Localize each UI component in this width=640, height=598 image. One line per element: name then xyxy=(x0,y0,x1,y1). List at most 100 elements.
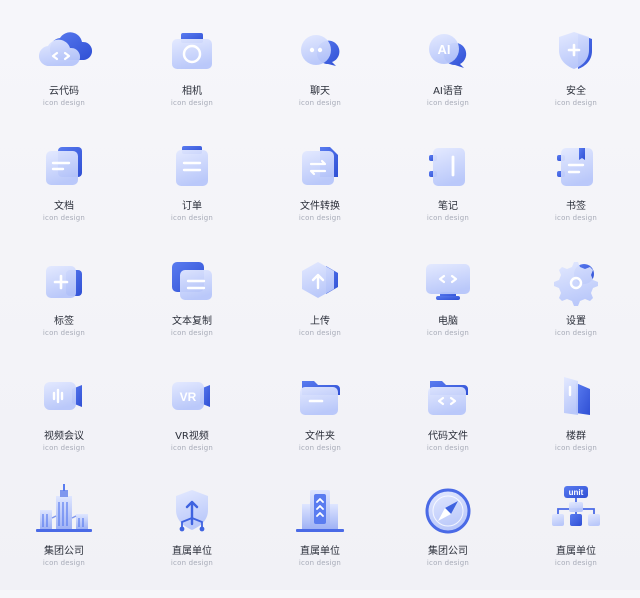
icon-sublabel: icon design xyxy=(426,329,470,337)
icon-label: 电脑 xyxy=(438,316,458,327)
icon-card[interactable]: 集团公司 icon design xyxy=(384,468,512,583)
icon-sublabel: icon design xyxy=(42,329,86,337)
icon-card[interactable]: VR VR视频 icon design xyxy=(128,353,256,468)
icon-card[interactable]: 直属单位 icon design xyxy=(128,468,256,583)
icon-sublabel: icon design xyxy=(298,214,342,222)
icon-label: 文件夹 xyxy=(305,431,335,442)
icon-card[interactable]: 集团公司 icon design xyxy=(0,468,128,583)
icon-label: 视频会议 xyxy=(44,431,84,442)
icon-card[interactable]: 文档 icon design xyxy=(0,123,128,238)
code-folder-icon xyxy=(416,365,480,429)
icon-label: 直属单位 xyxy=(300,546,340,557)
icon-label: 集团公司 xyxy=(44,546,84,557)
icon-label: 聊天 xyxy=(310,86,330,97)
icon-label: 直属单位 xyxy=(556,546,596,557)
ai-glyph: AI xyxy=(438,42,451,57)
icon-sublabel: icon design xyxy=(554,559,598,567)
gear-icon xyxy=(544,250,608,314)
file-convert-icon xyxy=(288,135,352,199)
icon-card[interactable]: 相机 icon design xyxy=(128,8,256,123)
icon-card[interactable]: 直属单位 icon design xyxy=(256,468,384,583)
document-icon xyxy=(32,135,96,199)
upload-icon xyxy=(288,250,352,314)
icon-card[interactable]: 文件转换 icon design xyxy=(256,123,384,238)
icon-sublabel: icon design xyxy=(170,329,214,337)
icon-card[interactable]: AI AI语音 icon design xyxy=(384,8,512,123)
icon-card[interactable]: 笔记 icon design xyxy=(384,123,512,238)
icon-sublabel: icon design xyxy=(170,214,214,222)
icon-label: 文档 xyxy=(54,201,74,212)
icon-sublabel: icon design xyxy=(554,444,598,452)
icon-sublabel: icon design xyxy=(170,99,214,107)
vr-video-icon: VR xyxy=(160,365,224,429)
icon-label: 安全 xyxy=(566,86,586,97)
icon-sublabel: icon design xyxy=(170,559,214,567)
icon-sublabel: icon design xyxy=(298,329,342,337)
icon-label: 笔记 xyxy=(438,201,458,212)
icon-sublabel: icon design xyxy=(42,214,86,222)
shield-network-icon xyxy=(160,480,224,544)
icon-label: 云代码 xyxy=(49,86,79,97)
icon-card[interactable]: 云代码 icon design xyxy=(0,8,128,123)
icon-label: 上传 xyxy=(310,316,330,327)
icon-sublabel: icon design xyxy=(554,214,598,222)
icon-sublabel: icon design xyxy=(170,444,214,452)
icon-sublabel: icon design xyxy=(426,99,470,107)
tag-icon xyxy=(32,250,96,314)
folder-icon xyxy=(288,365,352,429)
ai-voice-icon: AI xyxy=(416,20,480,84)
icon-sublabel: icon design xyxy=(426,559,470,567)
icon-sublabel: icon design xyxy=(42,99,86,107)
icon-sublabel: icon design xyxy=(298,444,342,452)
icon-card[interactable]: 上传 icon design xyxy=(256,238,384,353)
icon-sublabel: icon design xyxy=(42,444,86,452)
icon-label: 订单 xyxy=(182,201,202,212)
icon-label: 设置 xyxy=(566,316,586,327)
copy-text-icon xyxy=(160,250,224,314)
icon-label: 相机 xyxy=(182,86,202,97)
icon-label: 文本复制 xyxy=(172,316,212,327)
icon-card[interactable]: 设置 icon design xyxy=(512,238,640,353)
icon-label: 标签 xyxy=(54,316,74,327)
notebook-icon xyxy=(416,135,480,199)
icon-sublabel: icon design xyxy=(42,559,86,567)
bookmark-icon xyxy=(544,135,608,199)
icon-sublabel: icon design xyxy=(554,99,598,107)
icon-grid: 云代码 icon design 相机 icon design 聊天 icon d… xyxy=(0,0,640,598)
icon-sublabel: icon design xyxy=(298,559,342,567)
shield-icon xyxy=(544,20,608,84)
icon-card[interactable]: 书签 icon design xyxy=(512,123,640,238)
icon-card[interactable]: 标签 icon design xyxy=(0,238,128,353)
icon-sublabel: icon design xyxy=(426,214,470,222)
skyscraper-icon xyxy=(32,480,96,544)
video-meeting-icon xyxy=(32,365,96,429)
icon-card[interactable]: 电脑 icon design xyxy=(384,238,512,353)
icon-label: 集团公司 xyxy=(428,546,468,557)
tower-icon xyxy=(288,480,352,544)
building-group-icon xyxy=(544,365,608,429)
icon-label: 楼群 xyxy=(566,431,586,442)
icon-card[interactable]: 安全 icon design xyxy=(512,8,640,123)
icon-label: 文件转换 xyxy=(300,201,340,212)
order-icon xyxy=(160,135,224,199)
icon-card[interactable]: 文件夹 icon design xyxy=(256,353,384,468)
icon-card[interactable]: 文本复制 icon design xyxy=(128,238,256,353)
icon-card[interactable]: unit 直属单位 icon design xyxy=(512,468,640,583)
vr-glyph: VR xyxy=(180,390,197,404)
computer-icon xyxy=(416,250,480,314)
icon-card[interactable]: 楼群 icon design xyxy=(512,353,640,468)
icon-label: 直属单位 xyxy=(172,546,212,557)
icon-sublabel: icon design xyxy=(298,99,342,107)
unit-glyph: unit xyxy=(569,488,584,497)
org-chart-icon: unit xyxy=(544,480,608,544)
icon-card[interactable]: 视频会议 icon design xyxy=(0,353,128,468)
compass-icon xyxy=(416,480,480,544)
icon-label: VR视频 xyxy=(175,431,209,442)
icon-card[interactable]: 订单 icon design xyxy=(128,123,256,238)
icon-label: 代码文件 xyxy=(428,431,468,442)
icon-card[interactable]: 代码文件 icon design xyxy=(384,353,512,468)
icon-sublabel: icon design xyxy=(554,329,598,337)
chat-icon xyxy=(288,20,352,84)
icon-sublabel: icon design xyxy=(426,444,470,452)
icon-card[interactable]: 聊天 icon design xyxy=(256,8,384,123)
